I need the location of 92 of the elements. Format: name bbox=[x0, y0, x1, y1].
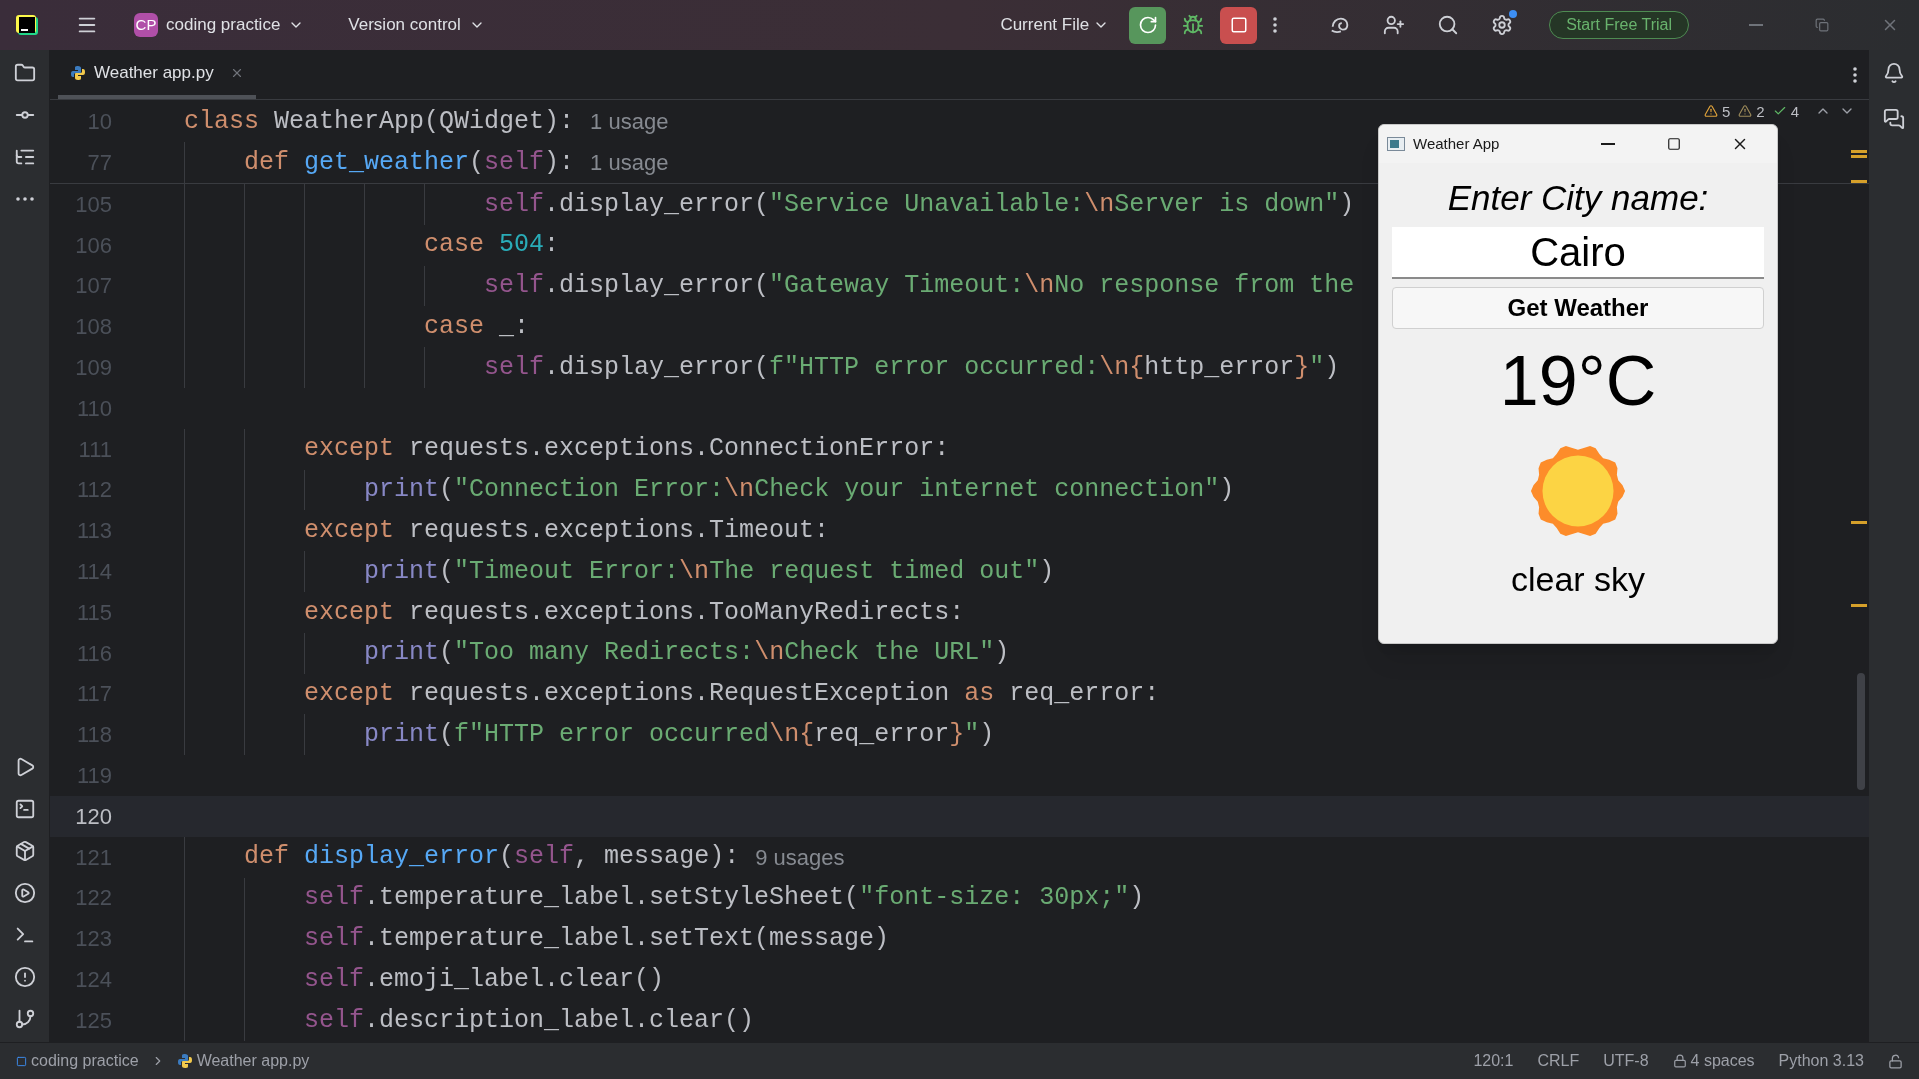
passed-count[interactable]: 4 bbox=[1772, 103, 1799, 119]
lock-open-icon bbox=[1888, 1053, 1903, 1069]
code-line: except requests.exceptions.Timeout: bbox=[303, 515, 830, 547]
check-icon bbox=[1772, 104, 1787, 118]
more-icon bbox=[1273, 17, 1278, 33]
indent-setting[interactable]: 4 spaces bbox=[1672, 1049, 1755, 1073]
code-line: self.display_error("Gateway Timeout:\nNo response from the bbox=[483, 270, 1355, 303]
breadcrumb[interactable]: Weather app.py bbox=[176, 1049, 310, 1073]
warning-marker[interactable] bbox=[1851, 604, 1867, 607]
code-line: def display_error(self, message): bbox=[243, 841, 740, 874]
package-icon bbox=[13, 840, 36, 862]
python-icon bbox=[176, 1053, 193, 1069]
packages-button[interactable] bbox=[13, 840, 36, 862]
services-button[interactable] bbox=[13, 882, 36, 904]
line-endings[interactable]: CRLF bbox=[1537, 1049, 1580, 1073]
breadcrumb[interactable]: coding practice bbox=[16, 1049, 139, 1073]
window-title: Weather App bbox=[1413, 133, 1500, 154]
code-line: except requests.exceptions.RequestException as req_error: bbox=[303, 678, 1160, 711]
tab-options-button[interactable] bbox=[1853, 66, 1857, 83]
ai-chat-button[interactable] bbox=[1883, 108, 1905, 130]
code-line: case 504: bbox=[423, 229, 560, 262]
city-prompt: Enter City name: bbox=[1447, 177, 1709, 219]
warning-count[interactable]: 5 bbox=[1703, 103, 1731, 119]
code-line: except requests.exceptions.TooManyRedirects: bbox=[303, 596, 965, 629]
editor-tab[interactable]: Weather app.py bbox=[58, 50, 256, 99]
branch-icon bbox=[13, 1008, 36, 1030]
python-console-button[interactable] bbox=[13, 798, 36, 820]
weak-warning-count[interactable]: 2 bbox=[1738, 103, 1765, 119]
maximize-icon bbox=[1667, 137, 1681, 151]
more-icon bbox=[1853, 66, 1857, 83]
code-line: self.emoji_label.clear() bbox=[303, 963, 665, 996]
warning-icon bbox=[1738, 104, 1753, 118]
folder-icon bbox=[13, 62, 36, 84]
code-line: def get_weather(self): bbox=[243, 146, 575, 179]
code-line: except requests.exceptions.ConnectionError: bbox=[303, 433, 950, 466]
code-line: print(f"HTTP error occurred\n{req_error}") bbox=[363, 719, 995, 751]
code-line: self.description_label.clear() bbox=[303, 1004, 755, 1037]
run-config-selector[interactable]: Current File bbox=[1000, 12, 1110, 38]
rerun-icon bbox=[1137, 15, 1158, 35]
warning-icon bbox=[1703, 104, 1718, 118]
restore-icon bbox=[1815, 18, 1829, 32]
alert-icon bbox=[13, 966, 36, 988]
lock-icon bbox=[1672, 1054, 1687, 1068]
temperature-value: 19°C bbox=[1499, 340, 1657, 422]
code-line: print("Connection Error:\nCheck your internet connection") bbox=[363, 474, 1235, 507]
caret-position[interactable]: 120:1 bbox=[1473, 1049, 1514, 1073]
bell-icon bbox=[1883, 62, 1905, 84]
search-icon bbox=[1437, 14, 1460, 36]
interpreter[interactable]: Python 3.13 bbox=[1778, 1049, 1864, 1073]
rerun-button[interactable] bbox=[1129, 6, 1167, 44]
module-icon bbox=[16, 1055, 27, 1067]
window-app-icon bbox=[1387, 137, 1405, 151]
code-line: print("Timeout Error:\nThe request timed out") bbox=[363, 555, 1055, 588]
usage-hint[interactable]: 1 usage bbox=[590, 146, 669, 179]
minimize-icon bbox=[1601, 143, 1615, 145]
add-user-icon bbox=[1383, 14, 1406, 36]
stop-button[interactable] bbox=[1220, 6, 1258, 44]
warning-marker[interactable] bbox=[1851, 180, 1867, 183]
code-line: self.display_error(f"HTTP error occurred:\n{http_error}") bbox=[483, 351, 1340, 384]
city-input[interactable]: Cairo bbox=[1392, 226, 1764, 279]
stop-icon bbox=[1229, 16, 1248, 34]
code-line: self.temperature_label.setStyleSheet("font-size: 30px;") bbox=[303, 882, 1145, 915]
project-tool-button[interactable] bbox=[13, 62, 36, 84]
weather-description: clear sky bbox=[1510, 558, 1646, 600]
usage-hint[interactable]: 1 usage bbox=[590, 105, 669, 138]
settings-icon bbox=[1491, 14, 1514, 36]
more-icon bbox=[15, 197, 34, 201]
warning-marker[interactable] bbox=[1851, 521, 1867, 524]
version-control-menu[interactable]: Version control bbox=[348, 12, 485, 38]
usage-hint[interactable]: 9 usages bbox=[755, 840, 845, 874]
python-icon bbox=[70, 64, 86, 81]
line-number: 120 bbox=[75, 802, 112, 831]
console-icon bbox=[13, 798, 36, 820]
scrollbar-thumb[interactable] bbox=[1857, 673, 1865, 790]
project-switcher[interactable]: CP coding practice bbox=[134, 12, 305, 38]
trial-button[interactable]: Start Free Trial bbox=[1549, 11, 1689, 39]
services-icon bbox=[13, 882, 36, 904]
code-line: class WeatherApp(QWidget): bbox=[184, 105, 575, 138]
code-line: print("Too many Redirects:\nCheck the URL") bbox=[363, 637, 1010, 670]
chat-icon bbox=[1883, 108, 1905, 130]
git-button[interactable] bbox=[13, 1008, 36, 1030]
minimize-icon bbox=[1749, 24, 1763, 26]
app-logo-icon bbox=[16, 13, 40, 37]
code-line: self.display_error("Service Unavailable:\nServer is down") bbox=[483, 188, 1355, 221]
notifications-button[interactable] bbox=[1883, 62, 1905, 84]
code-line: case _: bbox=[423, 311, 530, 344]
bug-icon bbox=[1182, 14, 1205, 36]
code-line: self.temperature_label.setText(message) bbox=[303, 923, 890, 955]
get-weather-button[interactable]: Get Weather bbox=[1392, 286, 1764, 329]
project-badge: CP bbox=[134, 13, 158, 37]
file-encoding[interactable]: UTF-8 bbox=[1603, 1049, 1649, 1073]
problems-button[interactable] bbox=[13, 966, 36, 988]
